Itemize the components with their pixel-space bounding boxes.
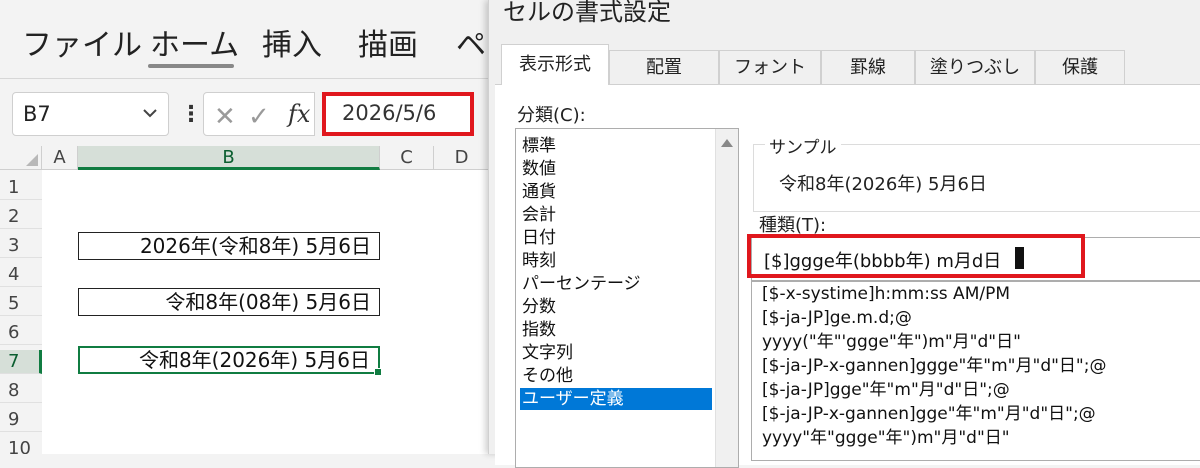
- format-item[interactable]: [$-x-systime]h:mm:ss AM/PM: [762, 282, 1010, 306]
- cell-b7-value: 令和8年(2026年) 5月6日: [138, 348, 370, 372]
- format-item[interactable]: [$-ja-JP]ge.m.d;@: [762, 306, 912, 330]
- category-item[interactable]: 時刻: [520, 250, 712, 272]
- category-label: 分類(C):: [517, 105, 586, 126]
- tab-fill[interactable]: 塗りつぶし: [915, 50, 1035, 84]
- column-header-c[interactable]: C: [380, 146, 434, 170]
- tab-protection[interactable]: 保護: [1035, 50, 1125, 84]
- category-item[interactable]: パーセンテージ: [520, 273, 712, 295]
- ribbon-divider: [0, 78, 490, 79]
- category-item[interactable]: 分数: [520, 296, 712, 318]
- ribbon-tabs: ファイル ホーム 挿入 描画 ペ: [0, 0, 490, 76]
- ribbon-tab-page[interactable]: ペ: [456, 20, 486, 64]
- column-header-d[interactable]: D: [434, 146, 490, 170]
- column-header-a[interactable]: A: [42, 146, 78, 170]
- fill-handle[interactable]: [374, 368, 382, 376]
- insert-function-icon[interactable]: fx: [288, 100, 310, 128]
- category-item[interactable]: 通貨: [520, 181, 712, 203]
- name-box[interactable]: B7: [12, 92, 169, 136]
- category-item[interactable]: 会計: [520, 204, 712, 226]
- ribbon-tab-insert[interactable]: 挿入: [262, 20, 322, 64]
- tab-number[interactable]: 表示形式: [501, 44, 609, 85]
- row-header-10[interactable]: 10: [0, 437, 42, 454]
- select-all-corner[interactable]: [0, 146, 42, 170]
- row-header-6[interactable]: 6: [0, 321, 42, 345]
- formula-bar-value: 2026/5/6: [342, 101, 437, 125]
- cell-b3[interactable]: 2026年(令和8年) 5月6日: [78, 232, 380, 260]
- category-item[interactable]: 数値: [520, 158, 712, 180]
- row-header-8[interactable]: 8: [0, 379, 42, 403]
- row-header-7[interactable]: 7: [0, 350, 42, 374]
- ribbon-tab-home[interactable]: ホーム: [150, 20, 239, 64]
- row-header-9[interactable]: 9: [0, 408, 42, 432]
- sample-label: サンプル: [765, 133, 841, 158]
- category-scrollbar[interactable]: [715, 129, 738, 467]
- format-cells-dialog: セルの書式設定 表示形式 配置 フォント 罫線 塗りつぶし 保護 分類(C): …: [488, 0, 1200, 468]
- dialog-title: セルの書式設定: [503, 0, 671, 26]
- row-header-2[interactable]: 2: [0, 205, 42, 229]
- enter-icon[interactable]: ✓: [248, 102, 270, 132]
- tab-font[interactable]: フォント: [719, 50, 821, 84]
- category-item[interactable]: 文字列: [520, 342, 712, 364]
- format-item[interactable]: [$-ja-JP-x-gannen]gge"年"m"月"d"日";@: [762, 402, 1096, 426]
- sample-value: 令和8年(2026年) 5月6日: [779, 174, 987, 195]
- row-header-3[interactable]: 3: [0, 234, 42, 258]
- row-header-1[interactable]: 1: [0, 176, 42, 200]
- category-item[interactable]: その他: [520, 365, 712, 387]
- tab-border[interactable]: 罫線: [821, 50, 915, 84]
- category-list[interactable]: 標準 数値 通貨 会計 日付 時刻 パーセンテージ 分数 指数 文字列 その他 …: [515, 128, 739, 468]
- active-tab-indicator: [148, 64, 234, 68]
- category-item[interactable]: 標準: [520, 135, 712, 157]
- more-options-icon[interactable]: ⋮: [180, 102, 202, 127]
- name-box-value: B7: [23, 102, 51, 126]
- row-header-4[interactable]: 4: [0, 263, 42, 287]
- tab-alignment[interactable]: 配置: [609, 50, 719, 84]
- cancel-icon[interactable]: ✕: [214, 102, 236, 132]
- cell-b7[interactable]: 令和8年(2026年) 5月6日: [78, 346, 382, 376]
- column-header-b[interactable]: B: [78, 146, 380, 170]
- format-item[interactable]: [$-ja-JP]gge"年"m"月"d"日";@: [762, 378, 1010, 402]
- chevron-down-icon[interactable]: [142, 105, 158, 121]
- scroll-up-icon[interactable]: [721, 139, 733, 147]
- excel-window: ファイル ホーム 挿入 描画 ペ B7 ⋮ ✕ ✓ fx 2026/5/6 A …: [0, 0, 490, 454]
- formula-controls: ✕ ✓ fx: [203, 92, 315, 136]
- category-item[interactable]: 指数: [520, 319, 712, 341]
- dialog-tabs: 表示形式 配置 フォント 罫線 塗りつぶし 保護: [495, 44, 1200, 85]
- row-header-5[interactable]: 5: [0, 292, 42, 316]
- category-item-selected[interactable]: ユーザー定義: [520, 388, 712, 410]
- formula-bar[interactable]: 2026/5/6: [322, 92, 474, 136]
- cell-b5[interactable]: 令和8年(08年) 5月6日: [78, 288, 380, 316]
- category-item[interactable]: 日付: [520, 227, 712, 249]
- format-item[interactable]: yyyy"年"ggge"年")m"月"d"日": [762, 426, 1010, 450]
- format-list[interactable]: [$-x-systime]h:mm:ss AM/PM [$-ja-JP]ge.m…: [751, 281, 1200, 461]
- highlight-box: [747, 234, 1085, 278]
- format-item[interactable]: [$-ja-JP-x-gannen]ggge"年"m"月"d"日";@: [762, 354, 1106, 378]
- ribbon-tab-draw[interactable]: 描画: [358, 20, 418, 64]
- format-item[interactable]: yyyy("年"'ggge"年")m"月"d"日": [762, 330, 1021, 354]
- ribbon-tab-file[interactable]: ファイル: [22, 20, 142, 64]
